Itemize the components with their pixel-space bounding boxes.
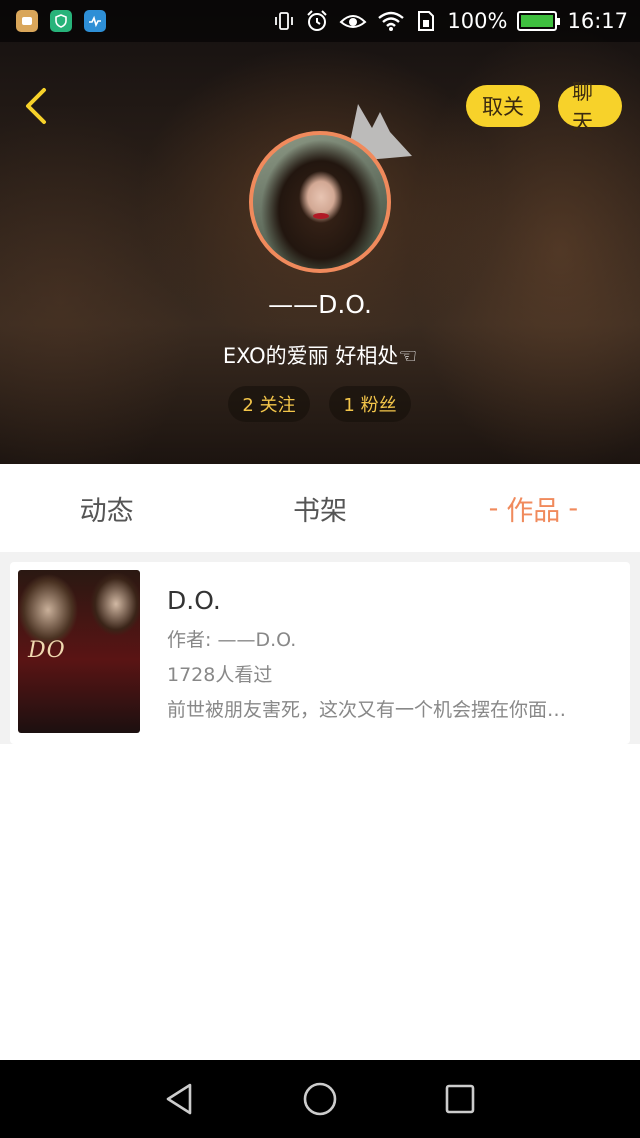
recents-square-icon [445,1084,475,1114]
tab-label: 作品 [506,495,561,527]
app-icon-3 [84,10,106,32]
work-card[interactable]: DO D.O. 作者: ——D.O. 1728人看过 前世被朋友害死，这次又有一… [10,562,630,744]
tab-label: 动态 [79,495,134,527]
avatar[interactable] [249,131,391,273]
sim-icon [415,10,437,32]
status-bar: 100% 16:17 [0,0,640,42]
battery-icon [517,11,561,31]
profile-header: 100% 16:17 取关 聊天 ——D.O. EXO的爱丽 好相处☜ 2 关注… [0,0,640,464]
alarm-icon [305,9,329,33]
work-title: D.O. [167,586,221,615]
work-summary: 前世被朋友害死，这次又有一个机会摆在你面… [167,699,567,721]
book-cover: DO [18,570,140,733]
vibrate-icon [273,10,295,32]
eye-icon [339,10,367,32]
system-nav-bar [0,1060,640,1138]
wifi-icon [377,10,405,32]
username: ——D.O. [268,290,372,319]
tab-bookshelf[interactable]: 书架 [213,464,426,552]
app-icon-2 [50,10,72,32]
tab-dash-right: - [568,492,579,524]
back-triangle-icon [166,1083,192,1115]
tab-works[interactable]: - 作品 - [427,464,640,552]
tab-activity[interactable]: 动态 [0,464,213,552]
chat-button[interactable]: 聊天 [558,80,622,134]
nav-back-button[interactable] [150,1069,210,1129]
following-count[interactable]: 2 关注 [228,386,310,422]
work-author: 作者: ——D.O. [167,629,297,651]
chevron-left-icon [26,88,46,124]
cover-title: DO [28,638,66,663]
works-list: DO D.O. 作者: ——D.O. 1728人看过 前世被朋友害死，这次又有一… [0,552,640,744]
unfollow-button[interactable]: 取关 [466,85,540,127]
nav-home-button[interactable] [290,1069,350,1129]
profile-tabs: 动态 书架 - 作品 - [0,464,640,552]
status-time: 16:17 [567,9,628,33]
back-button[interactable] [16,84,56,128]
nav-recents-button[interactable] [430,1069,490,1129]
work-views: 1728人看过 [167,664,273,686]
tab-dash-left: - [488,492,499,524]
app-icon-1 [16,10,38,32]
user-bio: EXO的爱丽 好相处☜ [222,344,418,368]
home-circle-icon [303,1082,337,1116]
tab-label: 书架 [292,495,347,527]
fans-count[interactable]: 1 粉丝 [329,386,411,422]
battery-percent: 100% [447,9,508,33]
work-info: D.O. 作者: ——D.O. 1728人看过 前世被朋友害死，这次又有一个机会… [167,586,617,730]
